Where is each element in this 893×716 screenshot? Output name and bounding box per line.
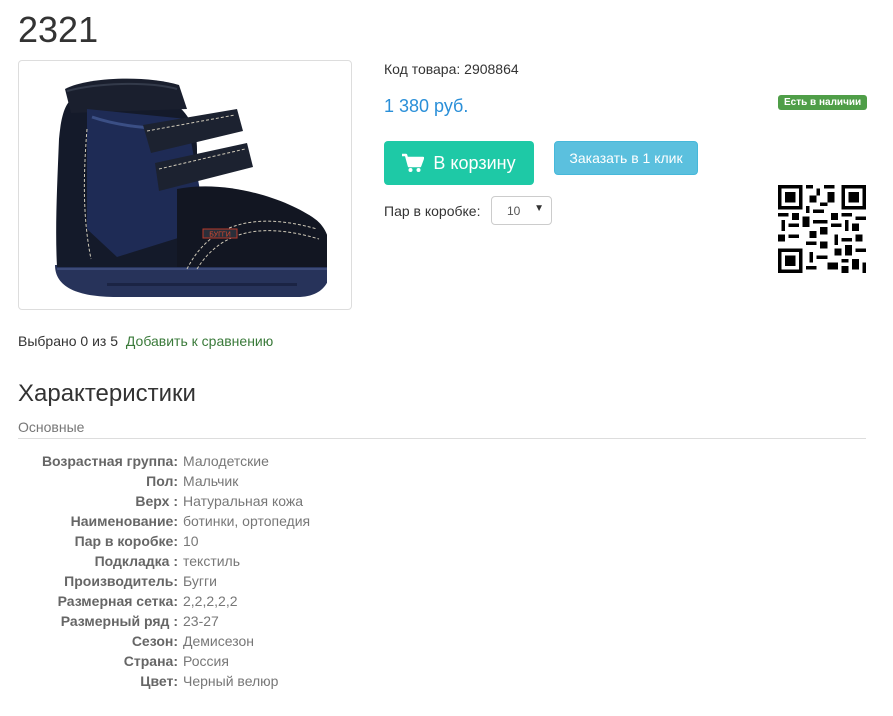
spec-row: Размерная сетка: 2,2,2,2,2: [0, 591, 893, 611]
add-to-cart-button[interactable]: В корзину: [384, 141, 534, 185]
spec-key: Цвет:: [140, 673, 178, 689]
one-click-order-button[interactable]: Заказать в 1 клик: [554, 141, 698, 175]
spec-row: Страна: Россия: [0, 651, 893, 671]
qr-code-icon: [778, 185, 866, 273]
cart-button-label: В корзину: [433, 152, 516, 173]
specs-group-title: Основные: [18, 419, 866, 439]
cart-icon: [402, 153, 425, 172]
boot-image: БУГГИ: [55, 78, 327, 297]
spec-key: Наименование:: [70, 513, 178, 529]
spec-value: Малодетские: [183, 453, 269, 469]
compare-count: Выбрано 0 из 5: [18, 333, 118, 349]
box-quantity-select[interactable]: 10 ▼: [491, 196, 552, 225]
spec-row: Производитель: Бугги: [0, 571, 893, 591]
spec-value: Натуральная кожа: [183, 493, 304, 509]
spec-row: Наименование: ботинки, ортопедия: [0, 511, 893, 531]
spec-row: Сезон: Демисезон: [0, 631, 893, 651]
add-to-compare-link[interactable]: Добавить к сравнению: [126, 333, 273, 349]
spec-key: Сезон:: [131, 633, 178, 649]
spec-key: Возрастная группа:: [41, 453, 178, 469]
spec-value: ботинки, ортопедия: [183, 513, 311, 529]
spec-row: Пол: Мальчик: [0, 471, 893, 491]
compare-status: Выбрано 0 из 5 Добавить к сравнению: [18, 333, 273, 349]
spec-row: Цвет: Черный велюр: [0, 671, 893, 691]
box-quantity-value: 10: [507, 204, 521, 218]
box-quantity-label: Пар в коробке:: [384, 203, 481, 219]
page-title: 2321: [18, 9, 99, 50]
spec-key: Производитель:: [64, 573, 178, 589]
product-code: Код товара: 2908864: [384, 61, 519, 77]
spec-value: Черный велюр: [183, 673, 279, 689]
spec-key: Пар в коробке:: [74, 533, 178, 549]
spec-key: Подкладка :: [94, 553, 178, 569]
spec-value: текстиль: [183, 553, 241, 569]
spec-row: Верх : Натуральная кожа: [0, 491, 893, 511]
spec-value: 2,2,2,2,2: [183, 593, 238, 609]
spec-value: 23-27: [183, 613, 219, 629]
spec-row: Подкладка : текстиль: [0, 551, 893, 571]
stock-badge: Есть в наличии: [778, 95, 868, 110]
spec-value: Мальчик: [183, 473, 239, 489]
spec-key: Страна:: [123, 653, 178, 669]
product-image[interactable]: БУГГИ: [18, 60, 352, 310]
spec-value: Демисезон: [183, 633, 254, 649]
brand-tag: БУГГИ: [209, 232, 231, 239]
spec-value: Бугги: [183, 573, 217, 589]
spec-row: Возрастная группа: Малодетские: [0, 451, 893, 471]
spec-key: Верх :: [135, 493, 178, 509]
specs-title: Характеристики: [18, 380, 196, 407]
product-price: 1 380 руб.: [384, 96, 469, 116]
spec-key: Пол:: [146, 473, 178, 489]
spec-row: Размерный ряд : 23-27: [0, 611, 893, 631]
spec-value: 10: [183, 533, 199, 549]
chevron-down-icon: ▼: [534, 203, 544, 214]
spec-row: Пар в коробке: 10: [0, 531, 893, 551]
spec-key: Размерная сетка:: [57, 593, 178, 609]
spec-value: Россия: [183, 653, 229, 669]
spec-key: Размерный ряд :: [60, 613, 178, 629]
